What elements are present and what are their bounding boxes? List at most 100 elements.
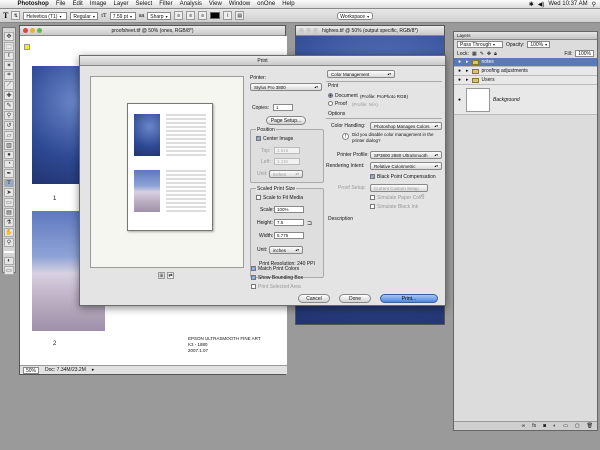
lock-transparency-icon[interactable]: ▦ [472, 51, 477, 57]
zoom-window-icon[interactable] [313, 28, 318, 33]
new-layer-icon[interactable]: ▢ [575, 423, 580, 429]
menu-image[interactable]: Image [86, 1, 110, 7]
center-image-checkbox[interactable]: ✓ Center Image [256, 136, 293, 142]
align-center-icon[interactable]: ≡ [186, 11, 196, 20]
layers-panel-title[interactable]: Layers [454, 32, 597, 40]
close-window-icon[interactable] [23, 28, 28, 33]
page-setup-button[interactable]: Page Setup... [266, 116, 306, 125]
print-selected-area-checkbox[interactable]: Print Selected Area [251, 284, 301, 290]
fill-field[interactable]: 100% [575, 50, 594, 57]
eraser-tool-icon[interactable]: ▱ [4, 131, 14, 140]
copies-field[interactable]: 1 [273, 104, 293, 111]
checkbox-empty-icon[interactable] [251, 284, 256, 290]
shape-tool-icon[interactable]: ▭ [4, 198, 14, 207]
link-layers-icon[interactable]: ∞ [522, 423, 526, 429]
printer-select[interactable]: Stylus Pro 3800 [250, 83, 322, 91]
quick-mask-icon[interactable]: ◐ [4, 257, 14, 265]
opacity-field[interactable]: 100% [527, 41, 551, 48]
scaled-unit-select[interactable]: inches [269, 246, 303, 254]
screen-mode-icon[interactable]: ▭ [4, 266, 14, 275]
workspace-select[interactable]: Workspace [337, 11, 374, 20]
document-titlebar[interactable]: proofsheet.tif @ 50% (ones, RGB/8*) [20, 26, 285, 36]
simulate-black-ink-checkbox[interactable]: Simulate Black Ink [370, 204, 418, 210]
visibility-eye-icon[interactable]: ● [456, 68, 463, 74]
cancel-button[interactable]: Cancel [298, 294, 330, 303]
marquee-tool-icon[interactable]: ⬚ [4, 42, 14, 51]
menu-filter[interactable]: Filter [156, 1, 176, 7]
note-icon[interactable] [24, 44, 30, 50]
slice-tool-icon[interactable]: ⟋ [4, 81, 14, 90]
checkbox-empty-icon[interactable] [256, 195, 261, 201]
preview-zoom-icon[interactable]: ⊞ [158, 272, 165, 279]
checkbox-checked-icon[interactable]: ✓ [256, 136, 261, 142]
hand-tool-icon[interactable]: ✋ [4, 228, 14, 237]
align-left-icon[interactable]: ≡ [174, 11, 184, 20]
disclosure-triangle-icon[interactable]: ▸ [466, 68, 469, 74]
menu-layer[interactable]: Layer [110, 1, 132, 7]
proof-radio[interactable]: Proof [328, 101, 347, 107]
menu-view[interactable]: View [205, 1, 225, 7]
volume-icon[interactable]: ◀) [538, 1, 545, 8]
crop-tool-icon[interactable]: ⌗ [4, 71, 14, 80]
checkbox-empty-icon[interactable] [370, 204, 375, 210]
layer-row-notes[interactable]: ● ▸ notes [454, 58, 597, 67]
background-document-titlebar[interactable]: highres.tif @ 50% (output specific, RGB/… [296, 26, 444, 36]
lock-paint-icon[interactable]: ✎ [480, 51, 484, 57]
black-point-compensation-checkbox[interactable]: ✓ Black Point Compensation [370, 174, 436, 180]
output-mode-select[interactable]: Color Management [327, 70, 395, 78]
scale-field[interactable]: 100% [274, 206, 304, 213]
rendering-intent-select[interactable]: Relative Colorimetric [370, 162, 442, 170]
disclosure-triangle-icon[interactable]: ▸ [466, 59, 469, 65]
printer-profile-select[interactable]: SP3800 2880 UltraSmooth [370, 151, 442, 159]
done-button[interactable]: Done [339, 294, 371, 303]
color-handling-select[interactable]: Photoshop Manages Colors [370, 122, 442, 130]
height-field[interactable]: 7.5 [274, 219, 304, 226]
layer-row-proofing-adjustments[interactable]: ● ▸ proofing adjustments [454, 67, 597, 76]
eyedropper-tool-icon[interactable]: ⚗ [4, 218, 14, 227]
layer-style-icon[interactable]: fx [532, 423, 536, 429]
adjustment-layer-icon[interactable]: ◐ [553, 423, 556, 429]
zoom-tool-icon[interactable]: ⚲ [4, 238, 14, 247]
dodge-tool-icon[interactable]: ◔ [4, 160, 14, 168]
checkbox-empty-icon[interactable] [370, 195, 375, 201]
checkbox-checked-icon[interactable]: ✓ [251, 275, 256, 281]
font-family-select[interactable]: Helvetica (T1) [23, 11, 68, 20]
trash-icon[interactable]: 🗑︎ [587, 423, 593, 429]
blend-mode-select[interactable]: Pass Through [457, 41, 503, 48]
width-field[interactable]: 5.775 [274, 232, 304, 239]
radio-empty-icon[interactable] [328, 101, 333, 107]
doc-size-info[interactable]: Doc: 7.34M/23.2M [45, 367, 86, 373]
menu-file[interactable]: File [52, 1, 69, 7]
character-panel-icon[interactable]: ▤ [235, 11, 245, 20]
move-tool-icon[interactable]: ✥ [4, 32, 14, 41]
warp-text-icon[interactable]: ⌇ [223, 11, 233, 20]
layer-row-background[interactable]: ● Background [454, 85, 597, 115]
menu-photoshop[interactable]: Photoshop [14, 1, 52, 7]
antialias-select[interactable]: Sharp [147, 11, 172, 20]
menu-select[interactable]: Select [132, 1, 156, 7]
bluetooth-icon[interactable]: ✱ [529, 1, 534, 8]
position-unit-select[interactable]: inches [269, 170, 303, 178]
checkbox-checked-icon[interactable]: ✓ [370, 174, 375, 180]
add-mask-icon[interactable]: ◙ [543, 423, 546, 429]
align-right-icon[interactable]: ≡ [198, 11, 208, 20]
menu-help[interactable]: Help [279, 1, 298, 7]
text-color-swatch[interactable] [210, 12, 221, 19]
menu-window[interactable]: Window [225, 1, 253, 7]
notes-tool-icon[interactable]: ▤ [4, 208, 14, 217]
match-print-colors-checkbox[interactable]: ✓ Match Print Colors [251, 266, 299, 272]
radio-selected-icon[interactable] [328, 93, 333, 99]
print-dialog-titlebar[interactable]: Print [80, 56, 445, 66]
brush-tool-icon[interactable]: ✎ [4, 101, 14, 110]
constrain-proportions-icon[interactable]: ⊐ [307, 220, 312, 227]
preview-orientation-icon[interactable]: ⇄ [167, 272, 174, 279]
checkbox-checked-icon[interactable]: ✓ [251, 266, 256, 272]
status-arrow-icon[interactable]: ▸ [92, 367, 95, 373]
type-tool-icon[interactable]: T [3, 11, 8, 20]
menu-edit[interactable]: Edit [69, 1, 86, 7]
lock-all-icon[interactable]: 🔒︎ [494, 51, 497, 57]
clone-stamp-tool-icon[interactable]: ⚲ [4, 111, 14, 120]
gradient-tool-icon[interactable]: ▥ [4, 141, 14, 150]
layer-row-users[interactable]: ● ▸ Users [454, 76, 597, 85]
proof-setup-select[interactable]: Current Custom Setup [370, 184, 428, 192]
